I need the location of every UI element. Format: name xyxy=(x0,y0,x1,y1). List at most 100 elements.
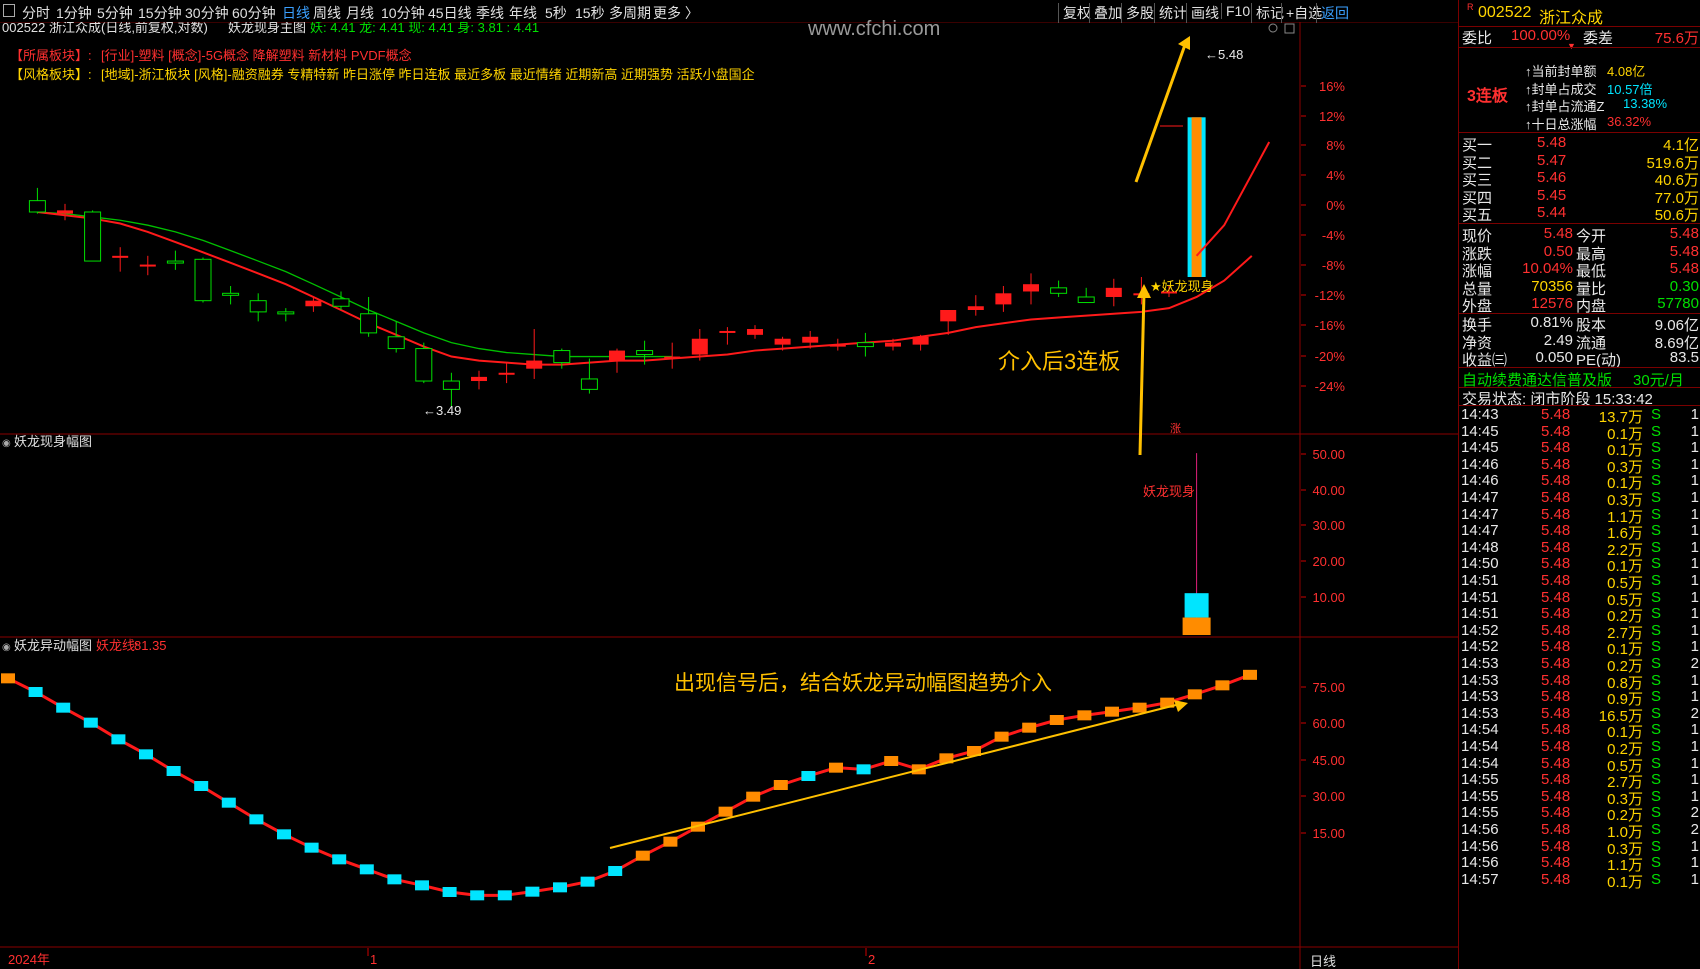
tick-count: 1 xyxy=(1690,837,1699,855)
candle-body-down xyxy=(194,258,212,302)
promo-banner[interactable]: 自动续费通达信普及版 30元/月 xyxy=(1459,369,1700,389)
candle[interactable] xyxy=(139,255,156,276)
buy-order-row[interactable]: 买五 5.44 50.6万 xyxy=(1459,204,1700,224)
candle[interactable] xyxy=(1187,117,1206,277)
toolbar-button-5[interactable]: F10 xyxy=(1221,3,1250,19)
tick-direction: S xyxy=(1651,870,1662,888)
tick-count: 1 xyxy=(1690,688,1699,706)
period-tab-13[interactable]: 5秒 xyxy=(545,3,567,23)
candle-body-up xyxy=(609,350,625,361)
buy-order-row[interactable]: 买三 5.46 40.6万 xyxy=(1459,169,1700,189)
candle[interactable] xyxy=(553,348,571,369)
buy-order-row[interactable]: 买四 5.45 77.0万 xyxy=(1459,186,1700,207)
quote-value: 57780 xyxy=(1657,295,1699,313)
maximize-icon[interactable] xyxy=(1284,23,1295,34)
toolbar-button-6[interactable]: 标记 xyxy=(1251,3,1284,23)
period-tab-14[interactable]: 15秒 xyxy=(575,3,605,23)
candle[interactable] xyxy=(112,247,129,272)
yaolong-marker xyxy=(83,717,98,728)
candle[interactable] xyxy=(829,338,846,351)
yaolong-marker xyxy=(580,876,595,887)
candle[interactable] xyxy=(471,370,487,390)
main-axis-label: 12% xyxy=(1319,109,1345,124)
yaolong-marker xyxy=(829,762,843,773)
candle[interactable] xyxy=(166,250,184,270)
period-tab-8[interactable]: 月线 xyxy=(346,3,374,23)
period-tab-5[interactable]: 60分钟 xyxy=(232,3,276,23)
candle-body-up xyxy=(995,293,1012,305)
tick-row: 14:55 5.48 2.7万 S 1 xyxy=(1459,771,1700,791)
tick-count: 1 xyxy=(1690,489,1699,506)
period-tab-12[interactable]: 年线 xyxy=(509,3,537,23)
toolbar-button-2[interactable]: 多股 xyxy=(1121,3,1154,23)
candle[interactable] xyxy=(387,321,405,353)
candle[interactable] xyxy=(57,203,73,221)
period-tab-16[interactable]: 更多 〉 xyxy=(653,3,699,23)
candle[interactable] xyxy=(1077,287,1095,304)
candle[interactable] xyxy=(747,325,763,339)
candle[interactable] xyxy=(1050,280,1068,297)
tick-time: 14:48 xyxy=(1461,538,1499,556)
tick-direction: S xyxy=(1651,621,1662,639)
tick-count: 2 xyxy=(1690,804,1699,822)
candle[interactable] xyxy=(84,210,102,262)
kline-chart[interactable]: 002522 浙江众成(日线,前复权,对数) 妖龙现身主图 妖: 4.41 龙: 4… xyxy=(0,22,1458,969)
period-tab-4[interactable]: 30分钟 xyxy=(185,3,229,23)
candle[interactable] xyxy=(442,372,460,407)
tick-price: 5.48 xyxy=(1541,522,1571,540)
period-tab-6[interactable]: 日线 xyxy=(282,3,310,23)
candle-body-down xyxy=(636,350,654,356)
candle[interactable] xyxy=(995,286,1012,312)
period-tab-3[interactable]: 15分钟 xyxy=(138,3,182,23)
period-tab-0[interactable]: 分时 xyxy=(22,3,50,23)
panel-toggle-icon[interactable]: ◉ xyxy=(2,438,11,449)
candle[interactable] xyxy=(249,293,267,322)
yaolong-marker xyxy=(884,756,899,766)
settings-icon[interactable] xyxy=(1268,23,1278,33)
tick-row: 14:52 5.48 2.7万 S 1 xyxy=(1459,621,1700,642)
buy-order-row[interactable]: 买一 5.48 4.1亿 xyxy=(1459,134,1700,154)
panel-toggle-icon[interactable]: ◉ xyxy=(2,642,11,653)
period-tab-15[interactable]: 多周期 xyxy=(609,3,651,23)
toolbar-button-3[interactable]: 统计 xyxy=(1154,3,1187,23)
period-indicator[interactable]: 日线 xyxy=(1310,954,1336,969)
candle[interactable] xyxy=(194,257,212,303)
period-tab-1[interactable]: 1分钟 xyxy=(56,3,92,23)
candle[interactable] xyxy=(967,295,984,316)
candle[interactable] xyxy=(912,334,929,351)
period-tab-7[interactable]: 周线 xyxy=(313,3,341,23)
toolbar-button-8[interactable]: 返回 xyxy=(1316,3,1349,23)
period-tab-9[interactable]: 10分钟 xyxy=(381,3,425,23)
toolbar-menu-icon[interactable] xyxy=(3,4,15,17)
period-tab-11[interactable]: 季线 xyxy=(476,3,504,23)
candle-body-up xyxy=(1105,287,1122,297)
sub2-line-name: 妖龙线: xyxy=(96,638,139,653)
tick-direction: S xyxy=(1651,671,1662,689)
buy-order-row[interactable]: 买二 5.47 519.6万 xyxy=(1459,152,1700,172)
candle[interactable] xyxy=(1105,278,1122,307)
candle-body-up xyxy=(57,210,73,214)
tick-price: 5.48 xyxy=(1541,787,1571,805)
candle-body-up xyxy=(139,264,156,267)
toolbar-button-4[interactable]: 画线 xyxy=(1186,3,1219,23)
sub2-axis-label: 30.00 xyxy=(1312,789,1345,804)
candle[interactable] xyxy=(856,332,874,357)
candle[interactable] xyxy=(498,362,515,384)
candle[interactable] xyxy=(28,187,46,214)
period-tab-2[interactable]: 5分钟 xyxy=(97,3,133,23)
low-price-label: ←3.49 xyxy=(423,403,461,418)
toolbar-button-0[interactable]: 复权 xyxy=(1058,3,1091,23)
candle[interactable] xyxy=(1023,273,1039,305)
candle[interactable] xyxy=(360,296,378,337)
candle[interactable] xyxy=(719,327,736,345)
tick-count: 1 xyxy=(1690,854,1699,872)
period-tab-10[interactable]: 45日线 xyxy=(428,3,472,23)
toolbar-button-1[interactable]: 叠加 xyxy=(1089,3,1122,23)
stat-value: 0.81% xyxy=(1530,314,1573,331)
tick-row: 14:56 5.48 1.1万 S 1 xyxy=(1459,854,1700,874)
candle[interactable] xyxy=(664,342,681,369)
candle[interactable] xyxy=(222,286,240,305)
candle[interactable] xyxy=(415,342,433,384)
buy-price: 5.45 xyxy=(1537,186,1567,204)
candle[interactable] xyxy=(277,308,295,322)
